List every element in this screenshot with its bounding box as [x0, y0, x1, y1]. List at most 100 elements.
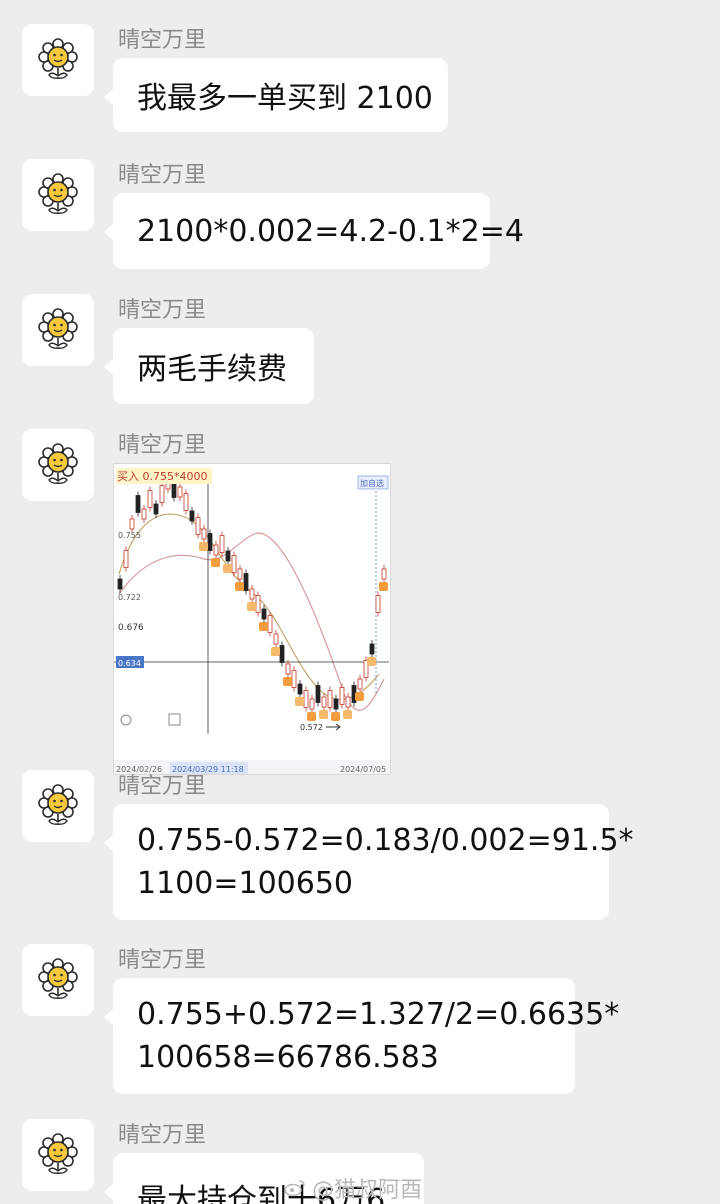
candle-body — [357, 678, 363, 690]
trade-marker — [211, 558, 220, 567]
add-watchlist-tag: 加自选 — [360, 478, 384, 488]
candle-body — [315, 685, 321, 703]
candle-body — [261, 608, 267, 620]
message-text: 2100*0.002=4.2-0.1*2=4 — [137, 213, 524, 249]
trade-marker — [223, 564, 232, 573]
message-text: 两毛手续费 — [137, 352, 287, 387]
trade-marker — [331, 712, 340, 721]
candle-body — [117, 578, 123, 590]
candle-body — [327, 690, 333, 708]
trade-marker — [259, 622, 268, 631]
sender-avatar[interactable] — [22, 294, 94, 366]
candle-body — [129, 518, 135, 530]
candle-body — [237, 568, 243, 580]
trade-marker — [199, 542, 208, 551]
candle-body — [207, 533, 213, 551]
sender-name: 晴空万里 — [118, 163, 207, 188]
candle-body — [123, 550, 129, 568]
candle-body — [195, 517, 201, 535]
price-level-label: 0.676 — [118, 623, 144, 633]
candle-body — [189, 510, 195, 522]
message-text-line: 100658=66786.583 — [137, 1040, 439, 1075]
candle-body — [333, 698, 339, 710]
candle-body — [201, 528, 207, 540]
buy-price-label: 买入 0.755*4000 — [117, 470, 207, 483]
candle-body — [243, 573, 249, 591]
sender-name: 晴空万里 — [118, 298, 207, 323]
candle-body — [321, 696, 327, 708]
trade-marker — [379, 582, 388, 591]
sender-avatar[interactable] — [22, 159, 94, 231]
candlestick-chart-image: 买入 0.755*4000 0.755 0.722 0.676 0.634 0.… — [114, 464, 390, 774]
price-level-label: 0.722 — [118, 593, 141, 602]
candle-body — [147, 490, 153, 508]
candle-body — [375, 595, 381, 613]
candle-body — [381, 568, 387, 580]
sender-avatar[interactable] — [22, 429, 94, 501]
candle-body — [267, 615, 273, 633]
sunflower-avatar-icon — [38, 1133, 78, 1174]
candle-body — [135, 495, 141, 513]
candle-body — [285, 663, 291, 675]
trade-marker — [343, 710, 352, 719]
sender-name: 晴空万里 — [118, 948, 207, 973]
date-end-label: 2024/07/05 — [340, 765, 386, 774]
sender-name: 晴空万里 — [118, 28, 207, 53]
candle-body — [369, 643, 375, 655]
sender-avatar[interactable] — [22, 944, 94, 1016]
candle-body — [249, 588, 255, 600]
sender-avatar[interactable] — [22, 1119, 94, 1191]
message-bubble[interactable]: 2100*0.002=4.2-0.1*2=4 — [104, 193, 524, 269]
trade-marker — [295, 697, 304, 706]
price-level-label: 0.755 — [118, 531, 141, 540]
sunflower-avatar-icon — [38, 443, 78, 484]
candle-body — [255, 595, 261, 613]
trade-marker — [247, 602, 256, 611]
message-text-line: 0.755+0.572=1.327/2=0.6635* — [137, 997, 620, 1032]
sender-avatar[interactable] — [22, 770, 94, 842]
trade-marker — [307, 712, 316, 721]
candle-body — [231, 555, 237, 573]
message-bubble[interactable]: 0.755+0.572=1.327/2=0.6635* 100658=66786… — [104, 978, 619, 1094]
watermark: @猫叔阿酉 — [284, 1172, 422, 1204]
sunflower-avatar-icon — [38, 784, 78, 825]
crosshair-price-label: 0.634 — [118, 659, 141, 668]
low-price-label: 0.572 — [300, 723, 323, 732]
candle-body — [159, 485, 165, 503]
sunflower-avatar-icon — [38, 38, 78, 79]
sunflower-avatar-icon — [38, 958, 78, 999]
trade-marker — [319, 710, 328, 719]
candle-body — [225, 550, 231, 562]
trade-marker — [367, 657, 376, 666]
trade-marker — [355, 692, 364, 701]
candle-body — [219, 535, 225, 553]
candle-body — [345, 696, 351, 708]
watermark-text: @猫叔阿酉 — [311, 1178, 422, 1203]
candle-body — [303, 690, 309, 708]
candle-body — [279, 645, 285, 663]
sunflower-avatar-icon — [38, 308, 78, 349]
candle-body — [291, 670, 297, 688]
trade-marker — [235, 582, 244, 591]
sender-name: 晴空万里 — [118, 1123, 207, 1148]
message-text-line: 1100=100650 — [137, 866, 354, 901]
message-bubble[interactable]: 0.755-0.572=0.183/0.002=91.5* 1100=10065… — [104, 804, 634, 920]
candle-body — [273, 633, 279, 645]
message-bubble[interactable]: 两毛手续费 — [104, 328, 314, 404]
message-text-line: 0.755-0.572=0.183/0.002=91.5* — [137, 823, 634, 858]
message-text: 我最多一单买到 2100 — [137, 81, 433, 116]
candle-body — [297, 683, 303, 695]
candle-body — [339, 687, 345, 705]
trade-marker — [283, 677, 292, 686]
candle-body — [183, 493, 189, 511]
candle-body — [213, 544, 219, 556]
sender-name: 晴空万里 — [118, 774, 207, 799]
sunflower-avatar-icon — [38, 173, 78, 214]
weibo-logo-icon — [284, 1180, 305, 1197]
candle-body — [177, 486, 183, 498]
trade-marker — [271, 647, 280, 656]
message-bubble[interactable]: 我最多一单买到 2100 — [104, 58, 448, 132]
sender-name: 晴空万里 — [118, 433, 207, 458]
chart-image-message[interactable]: 买入 0.755*4000 0.755 0.722 0.676 0.634 0.… — [113, 463, 391, 775]
sender-avatar[interactable] — [22, 24, 94, 96]
